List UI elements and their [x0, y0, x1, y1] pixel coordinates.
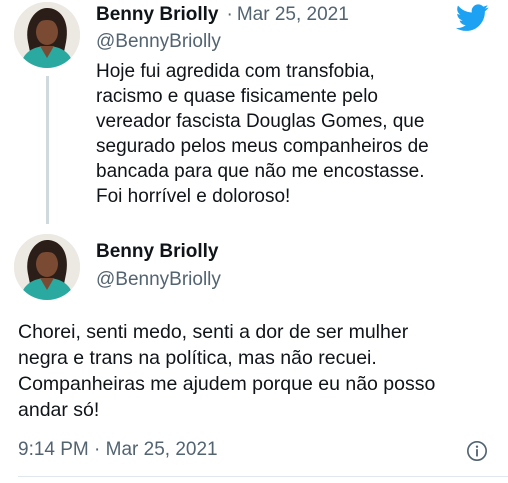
author-handle[interactable]: @BennyBriolly	[96, 268, 221, 292]
profile-photo	[14, 234, 80, 300]
avatar[interactable]	[14, 234, 80, 300]
tweet-text: Hoje fui agredida com transfobia, racism…	[96, 61, 429, 207]
tweet-text: Chorei, senti medo, senti a dor de ser m…	[18, 321, 436, 421]
profile-photo	[14, 2, 80, 68]
divider	[18, 476, 508, 477]
separator-dot: ·	[226, 4, 233, 25]
thread-connector-line	[46, 76, 49, 224]
author-name[interactable]: Benny Briolly	[96, 4, 218, 25]
info-circle-icon[interactable]	[466, 440, 488, 462]
twitter-bird-icon	[456, 4, 489, 31]
tweet-date[interactable]: Mar 25, 2021	[237, 4, 349, 25]
tweet-timestamp[interactable]: 9:14 PM · Mar 25, 2021	[18, 438, 218, 462]
avatar[interactable]	[14, 2, 80, 68]
author-handle[interactable]: @BennyBriolly	[96, 30, 221, 54]
author-name[interactable]: Benny Briolly	[96, 240, 218, 264]
tweet-header: Benny Briolly · Mar 25, 2021	[96, 3, 349, 27]
